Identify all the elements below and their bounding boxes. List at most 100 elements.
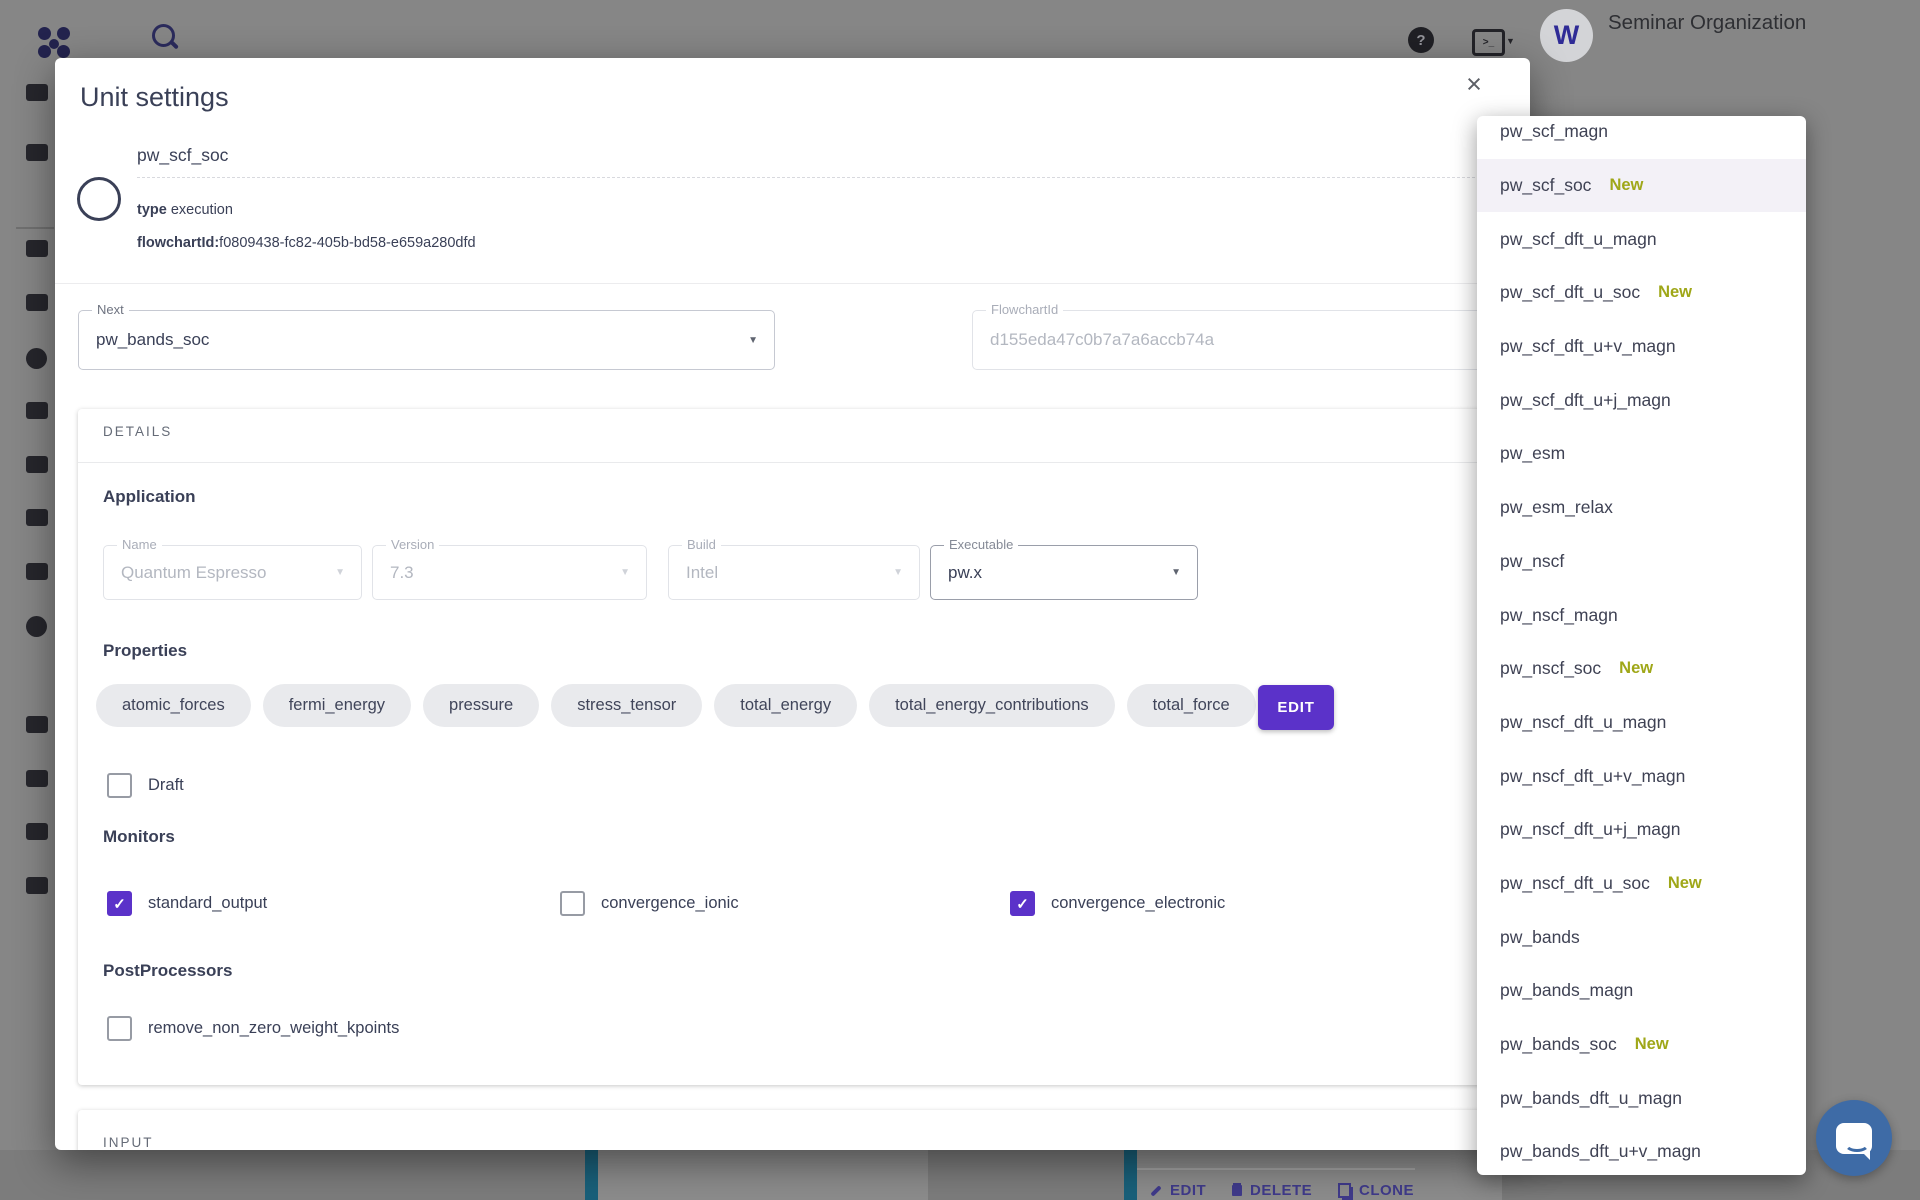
dialog-title: Unit settings bbox=[80, 82, 229, 113]
property-chip: total_energy_contributions bbox=[869, 684, 1115, 727]
menu-item-pw_scf_dft_u_magn[interactable]: pw_scf_dft_u_magn bbox=[1477, 212, 1806, 266]
property-chip: atomic_forces bbox=[96, 684, 251, 727]
chat-bubble-icon bbox=[1836, 1123, 1872, 1154]
caret-down-icon[interactable]: ▼ bbox=[1506, 36, 1515, 46]
menu-item-pw_esm_relax[interactable]: pw_esm_relax bbox=[1477, 481, 1806, 535]
help-icon[interactable]: ? bbox=[1408, 27, 1434, 53]
cloud-icon[interactable] bbox=[26, 563, 48, 580]
property-chip: pressure bbox=[423, 684, 539, 727]
tools-icon[interactable] bbox=[26, 823, 48, 840]
card-accent-border bbox=[585, 1150, 598, 1200]
new-badge: New bbox=[1668, 874, 1702, 893]
bank-icon[interactable] bbox=[26, 716, 48, 733]
menu-item-label: pw_esm_relax bbox=[1500, 497, 1613, 518]
folder-icon[interactable] bbox=[26, 240, 48, 257]
checkbox-unchecked[interactable] bbox=[560, 891, 585, 916]
checkbox-unchecked[interactable] bbox=[107, 1016, 132, 1041]
background-button-label: EDIT bbox=[1170, 1182, 1206, 1199]
boards-icon[interactable] bbox=[26, 84, 48, 101]
monitors-heading: Monitors bbox=[103, 827, 175, 847]
card-accent-border bbox=[1124, 1150, 1137, 1200]
background-card bbox=[598, 1150, 928, 1200]
app-logo-icon[interactable] bbox=[38, 27, 51, 40]
checkbox-checked[interactable]: ✓ bbox=[1010, 891, 1035, 916]
next-select[interactable]: Next pw_bands_soc ▼ bbox=[78, 310, 775, 370]
application-executable-select[interactable]: Executablepw.x▼ bbox=[930, 545, 1198, 600]
type-value: execution bbox=[171, 202, 233, 218]
menu-item-pw_scf_dft_u+v_magn[interactable]: pw_scf_dft_u+v_magn bbox=[1477, 320, 1806, 374]
menu-item-label: pw_bands_dft_u+v_magn bbox=[1500, 1141, 1701, 1162]
menu-item-pw_nscf_dft_u_soc[interactable]: pw_nscf_dft_u_socNew bbox=[1477, 857, 1806, 911]
postprocessors-heading: PostProcessors bbox=[103, 961, 232, 981]
next-select-value: pw_bands_soc bbox=[96, 311, 209, 369]
chevron-down-icon[interactable]: ▼ bbox=[1171, 567, 1181, 578]
monitor-convergence_ionic-row[interactable]: convergence_ionic bbox=[560, 891, 739, 916]
close-icon[interactable]: × bbox=[1458, 68, 1490, 100]
menu-item-pw_bands_magn[interactable]: pw_bands_magn bbox=[1477, 964, 1806, 1018]
menu-item-pw_nscf_dft_u+v_magn[interactable]: pw_nscf_dft_u+v_magn bbox=[1477, 749, 1806, 803]
chevron-down-icon: ▼ bbox=[335, 567, 345, 578]
monitor-convergence_electronic-row[interactable]: ✓ convergence_electronic bbox=[1010, 891, 1225, 916]
draft-checkbox-row[interactable]: Draft bbox=[107, 773, 184, 798]
unit-settings-dialog: Unit settings × pw_scf_soc type executio… bbox=[55, 58, 1530, 1150]
add-icon[interactable] bbox=[26, 144, 48, 161]
menu-item-pw_scf_soc[interactable]: pw_scf_socNew bbox=[1477, 159, 1806, 213]
background-button-label: CLONE bbox=[1359, 1182, 1414, 1199]
briefcase-icon[interactable] bbox=[26, 402, 48, 419]
menu-item-pw_nscf_soc[interactable]: pw_nscf_socNew bbox=[1477, 642, 1806, 696]
new-badge: New bbox=[1658, 283, 1692, 302]
team-icon[interactable] bbox=[26, 616, 47, 637]
monitor-standard_output-row[interactable]: ✓standard_output bbox=[107, 891, 267, 916]
postprocessor-remove_non_zero_weight_kpoints-row[interactable]: remove_non_zero_weight_kpoints bbox=[107, 1016, 399, 1041]
menu-item-pw_nscf[interactable]: pw_nscf bbox=[1477, 535, 1806, 589]
menu-item-pw_nscf_magn[interactable]: pw_nscf_magn bbox=[1477, 588, 1806, 642]
list-icon[interactable] bbox=[26, 294, 48, 311]
delete-background-button[interactable]: DELETE bbox=[1232, 1182, 1312, 1199]
checkbox-unchecked[interactable] bbox=[107, 773, 132, 798]
menu-item-label: pw_scf_dft_u_soc bbox=[1500, 282, 1640, 303]
terminal-icon[interactable]: >_ bbox=[1472, 29, 1505, 56]
media-icon[interactable] bbox=[26, 509, 48, 526]
menu-item-pw_scf_dft_u+j_magn[interactable]: pw_scf_dft_u+j_magn bbox=[1477, 373, 1806, 427]
chat-launcher-button[interactable] bbox=[1816, 1100, 1892, 1176]
section-divider bbox=[78, 462, 1500, 463]
monitor-label: convergence_electronic bbox=[1051, 894, 1225, 913]
menu-item-label: pw_nscf_soc bbox=[1500, 658, 1601, 679]
edit-properties-button[interactable]: EDIT bbox=[1258, 685, 1334, 730]
field-value: Quantum Espresso bbox=[121, 546, 267, 599]
clone-background-button[interactable]: CLONE bbox=[1338, 1182, 1414, 1199]
atoms-icon[interactable] bbox=[26, 348, 47, 369]
avatar[interactable]: W bbox=[1540, 9, 1593, 62]
menu-item-label: pw_bands bbox=[1500, 927, 1580, 948]
chevron-down-icon: ▼ bbox=[620, 567, 630, 578]
checkbox-checked[interactable]: ✓ bbox=[107, 891, 132, 916]
chart-icon[interactable] bbox=[26, 456, 48, 473]
menu-item-pw_bands_dft_u_magn[interactable]: pw_bands_dft_u_magn bbox=[1477, 1071, 1806, 1125]
input-card: INPUT bbox=[78, 1110, 1500, 1150]
menu-item-pw_nscf_dft_u_magn[interactable]: pw_nscf_dft_u_magn bbox=[1477, 696, 1806, 750]
application-heading: Application bbox=[103, 487, 196, 507]
menu-item-pw_esm[interactable]: pw_esm bbox=[1477, 427, 1806, 481]
details-card: DETAILS Application NameQuantum Espresso… bbox=[78, 409, 1500, 1085]
unit-type-row: type execution bbox=[137, 202, 233, 218]
globe-icon[interactable] bbox=[26, 877, 48, 894]
menu-item-label: pw_nscf_dft_u_magn bbox=[1500, 712, 1666, 733]
menu-item-pw_bands[interactable]: pw_bands bbox=[1477, 910, 1806, 964]
unit-flowchart-row: flowchartId:f0809438-fc82-405b-bd58-e659… bbox=[137, 235, 476, 251]
new-badge: New bbox=[1635, 1035, 1669, 1054]
menu-item-label: pw_scf_dft_u+v_magn bbox=[1500, 336, 1676, 357]
type-label: type bbox=[137, 202, 167, 218]
application-name-select: NameQuantum Espresso▼ bbox=[103, 545, 362, 600]
people-icon[interactable] bbox=[26, 770, 48, 787]
edit-background-button[interactable]: EDIT bbox=[1150, 1182, 1206, 1199]
menu-item-pw_nscf_dft_u+j_magn[interactable]: pw_nscf_dft_u+j_magn bbox=[1477, 803, 1806, 857]
menu-item-label: pw_scf_dft_u_magn bbox=[1500, 229, 1657, 250]
menu-item-label: pw_nscf_dft_u+j_magn bbox=[1500, 819, 1680, 840]
menu-item-pw_scf_dft_u_soc[interactable]: pw_scf_dft_u_soc New bbox=[1477, 266, 1806, 320]
menu-item-pw_scf_magn[interactable]: pw_scf_magn bbox=[1477, 116, 1806, 159]
field-value: 7.3 bbox=[390, 546, 414, 599]
menu-item-pw_bands_soc[interactable]: pw_bands_soc New bbox=[1477, 1018, 1806, 1072]
chevron-down-icon[interactable]: ▼ bbox=[748, 335, 758, 346]
menu-item-label: pw_bands_soc bbox=[1500, 1034, 1617, 1055]
menu-item-pw_bands_dft_u+v_magn[interactable]: pw_bands_dft_u+v_magn bbox=[1477, 1125, 1806, 1175]
